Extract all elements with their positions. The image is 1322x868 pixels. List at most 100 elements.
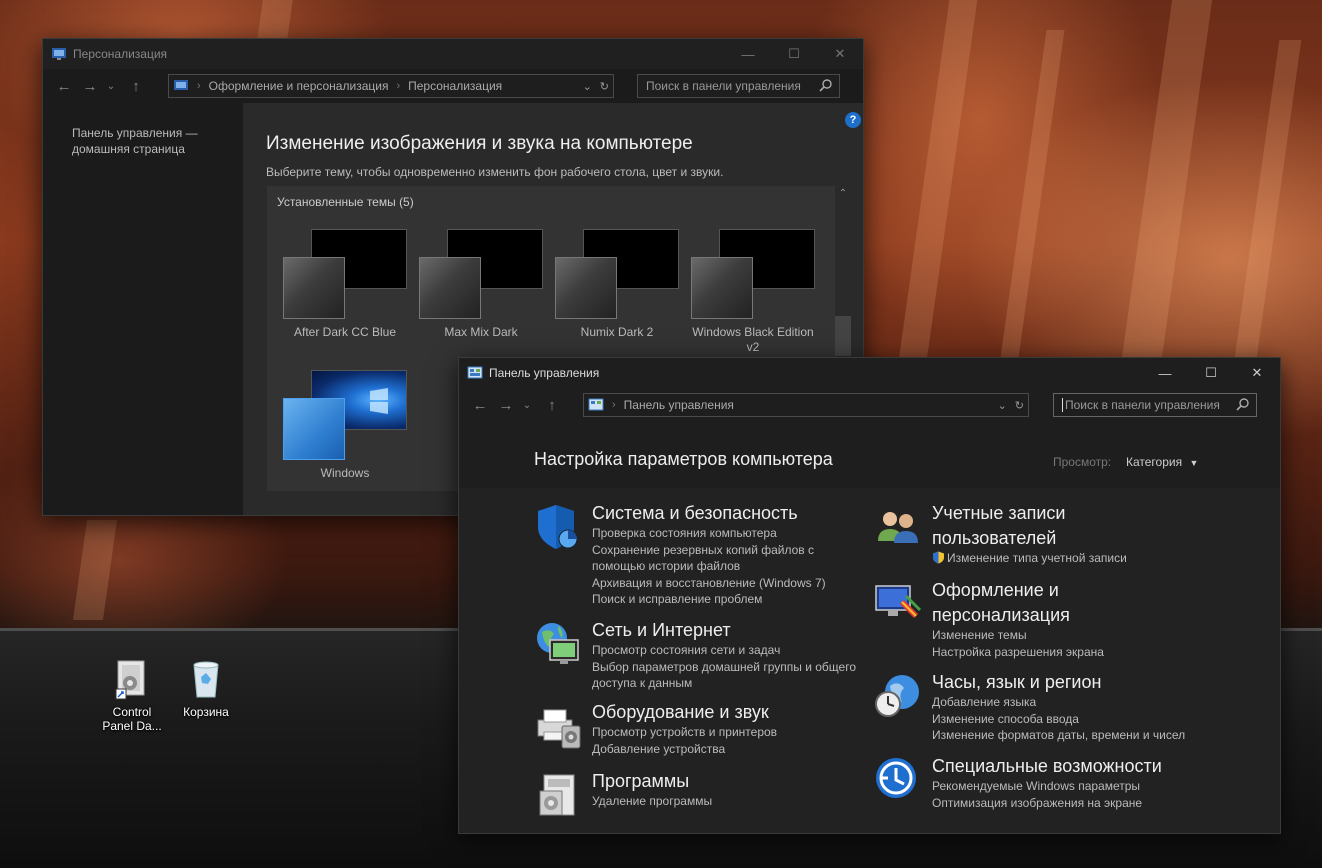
address-bar[interactable]: › Панель управления ⌄ ↻ (583, 393, 1029, 417)
personalization-titlebar[interactable]: Персонализация — ☐ ✕ (43, 39, 863, 69)
search-input[interactable]: Поиск в панели управления (637, 74, 840, 98)
refresh-icon[interactable]: ↻ (600, 80, 609, 93)
close-button[interactable]: ✕ (817, 39, 863, 69)
breadcrumb-item[interactable]: Оформление и персонализация (209, 79, 389, 93)
theme-color-preview (283, 398, 345, 460)
recycle-bin-icon (186, 657, 226, 701)
theme-item[interactable]: Windows (283, 370, 419, 500)
refresh-icon[interactable]: ↻ (1015, 399, 1024, 412)
maximize-button[interactable]: ☐ (1188, 358, 1234, 388)
accessibility-icon (874, 756, 922, 804)
search-placeholder: Поиск в панели управления (646, 79, 801, 93)
programs-icon (534, 771, 582, 819)
theme-color-preview (419, 257, 481, 319)
control-panel-window: Панель управления — ☐ ✕ ← → ⌄ ↑ › Панель… (458, 357, 1281, 834)
breadcrumb-separator: › (612, 399, 616, 411)
forward-button[interactable]: → (77, 74, 103, 98)
control-panel-categories: Система и безопасность Проверка состояни… (459, 488, 1280, 833)
search-icon[interactable] (1236, 397, 1250, 414)
page-title: Изменение изображения и звука на компьют… (266, 133, 693, 154)
category-title[interactable]: Учетные записи пользователей (932, 501, 1122, 551)
control-panel-home-link[interactable]: Панель управления — домашняя страница (72, 125, 212, 157)
window-title: Панель управления (489, 366, 600, 380)
category-link[interactable]: Поиск и исправление проблем (592, 591, 826, 608)
breadcrumb-item[interactable]: Персонализация (408, 79, 502, 93)
category-title[interactable]: Часы, язык и регион (932, 670, 1101, 695)
desktop-icon-control-panel-data[interactable]: Control Panel Da... (96, 657, 168, 733)
category-link[interactable]: Настройка разрешения экрана (932, 644, 1104, 661)
category-link[interactable]: Изменение форматов даты, времени и чисел (932, 727, 1185, 744)
category-link[interactable]: Добавление языка (932, 694, 1185, 711)
recent-locations-button[interactable]: ⌄ (519, 393, 535, 417)
category-title[interactable]: Программы (592, 769, 689, 794)
forward-button[interactable]: → (493, 393, 519, 417)
up-button[interactable]: ↑ (123, 74, 149, 98)
back-button[interactable]: ← (467, 393, 493, 417)
category-title[interactable]: Оборудование и звук (592, 700, 769, 725)
address-dropdown-button[interactable]: ⌄ (998, 399, 1007, 412)
theme-item[interactable]: After Dark CC Blue (283, 229, 419, 359)
chevron-down-icon: ▼ (1189, 458, 1199, 468)
back-button[interactable]: ← (51, 74, 77, 98)
help-icon[interactable]: ? (845, 112, 861, 128)
address-bar[interactable]: › Оформление и персонализация › Персонал… (168, 74, 614, 98)
category-link[interactable]: Архивация и восстановление (Windows 7) (592, 575, 826, 592)
appearance-icon (874, 580, 922, 628)
category-link[interactable]: Просмотр устройств и принтеров (592, 724, 777, 741)
uac-shield-icon (932, 551, 945, 569)
theme-color-preview (691, 257, 753, 319)
category-title[interactable]: Сеть и Интернет (592, 618, 731, 643)
category-link[interactable]: Проверка состояния компьютера (592, 525, 826, 542)
theme-item[interactable]: Max Mix Dark (419, 229, 555, 359)
window-title: Персонализация (73, 47, 168, 61)
category-link[interactable]: Изменение способа ввода (932, 711, 1185, 728)
category-link[interactable]: Изменение типа учетной записи (932, 550, 1127, 569)
breadcrumb-item[interactable]: Панель управления (624, 398, 734, 412)
maximize-button[interactable]: ☐ (771, 39, 817, 69)
category-link[interactable]: Добавление устройства (592, 741, 777, 758)
scrollbar-thumb[interactable] (835, 316, 851, 356)
users-icon (874, 503, 922, 551)
theme-name: Max Mix Dark (444, 325, 518, 339)
theme-item[interactable]: Windows Black Edition v2 (691, 229, 827, 359)
address-dropdown-button[interactable]: ⌄ (583, 80, 592, 93)
breadcrumb-separator: › (396, 80, 401, 92)
minimize-button[interactable]: — (725, 39, 771, 69)
control-panel-icon (173, 79, 189, 93)
scroll-up-icon[interactable]: ⌃ (835, 188, 851, 199)
search-icon[interactable] (819, 78, 833, 95)
view-by-label: Просмотр: (1053, 455, 1112, 469)
control-panel-titlebar[interactable]: Панель управления — ☐ ✕ (459, 358, 1280, 388)
control-panel-header: Настройка параметров компьютера Просмотр… (459, 422, 1280, 488)
category-link[interactable]: Удаление программы (592, 793, 712, 810)
search-input[interactable]: Поиск в панели управления (1053, 393, 1257, 417)
category-title[interactable]: Система и безопасность (592, 501, 798, 526)
category-title[interactable]: Специальные возможности (932, 754, 1162, 779)
category-link[interactable]: Сохранение резервных копий файлов с помо… (592, 542, 822, 575)
category-link[interactable]: Выбор параметров домашней группы и общег… (592, 659, 864, 692)
minimize-button[interactable]: — (1142, 358, 1188, 388)
network-globe-icon (534, 620, 582, 668)
category-title[interactable]: Оформление и персонализация (932, 578, 1122, 628)
control-panel-app-icon (467, 366, 483, 380)
category-link[interactable]: Рекомендуемые Windows параметры (932, 778, 1142, 795)
up-button[interactable]: ↑ (539, 393, 565, 417)
personalization-navbar: ← → ⌄ ↑ › Оформление и персонализация › … (43, 69, 863, 103)
desktop-icon-recycle-bin[interactable]: Корзина (170, 657, 242, 719)
theme-name: Windows (320, 466, 370, 480)
theme-item[interactable]: Numix Dark 2 (555, 229, 691, 359)
recent-locations-button[interactable]: ⌄ (103, 74, 119, 98)
theme-name: After Dark CC Blue (293, 325, 397, 339)
clock-globe-icon (874, 672, 922, 720)
theme-color-preview (283, 257, 345, 319)
installed-themes-header: Установленные темы (5) (277, 195, 414, 209)
search-placeholder: Поиск в панели управления (1062, 398, 1220, 412)
category-link[interactable]: Просмотр состояния сети и задач (592, 642, 864, 659)
category-link[interactable]: Изменение темы (932, 627, 1104, 644)
page-title: Настройка параметров компьютера (534, 449, 833, 469)
view-by-dropdown[interactable]: Категория ▼ (1126, 455, 1198, 469)
theme-name: Numix Dark 2 (580, 325, 654, 339)
close-button[interactable]: ✕ (1234, 358, 1280, 388)
category-link[interactable]: Оптимизация изображения на экране (932, 795, 1142, 812)
control-panel-navbar: ← → ⌄ ↑ › Панель управления ⌄ ↻ Поиск в … (459, 388, 1280, 422)
